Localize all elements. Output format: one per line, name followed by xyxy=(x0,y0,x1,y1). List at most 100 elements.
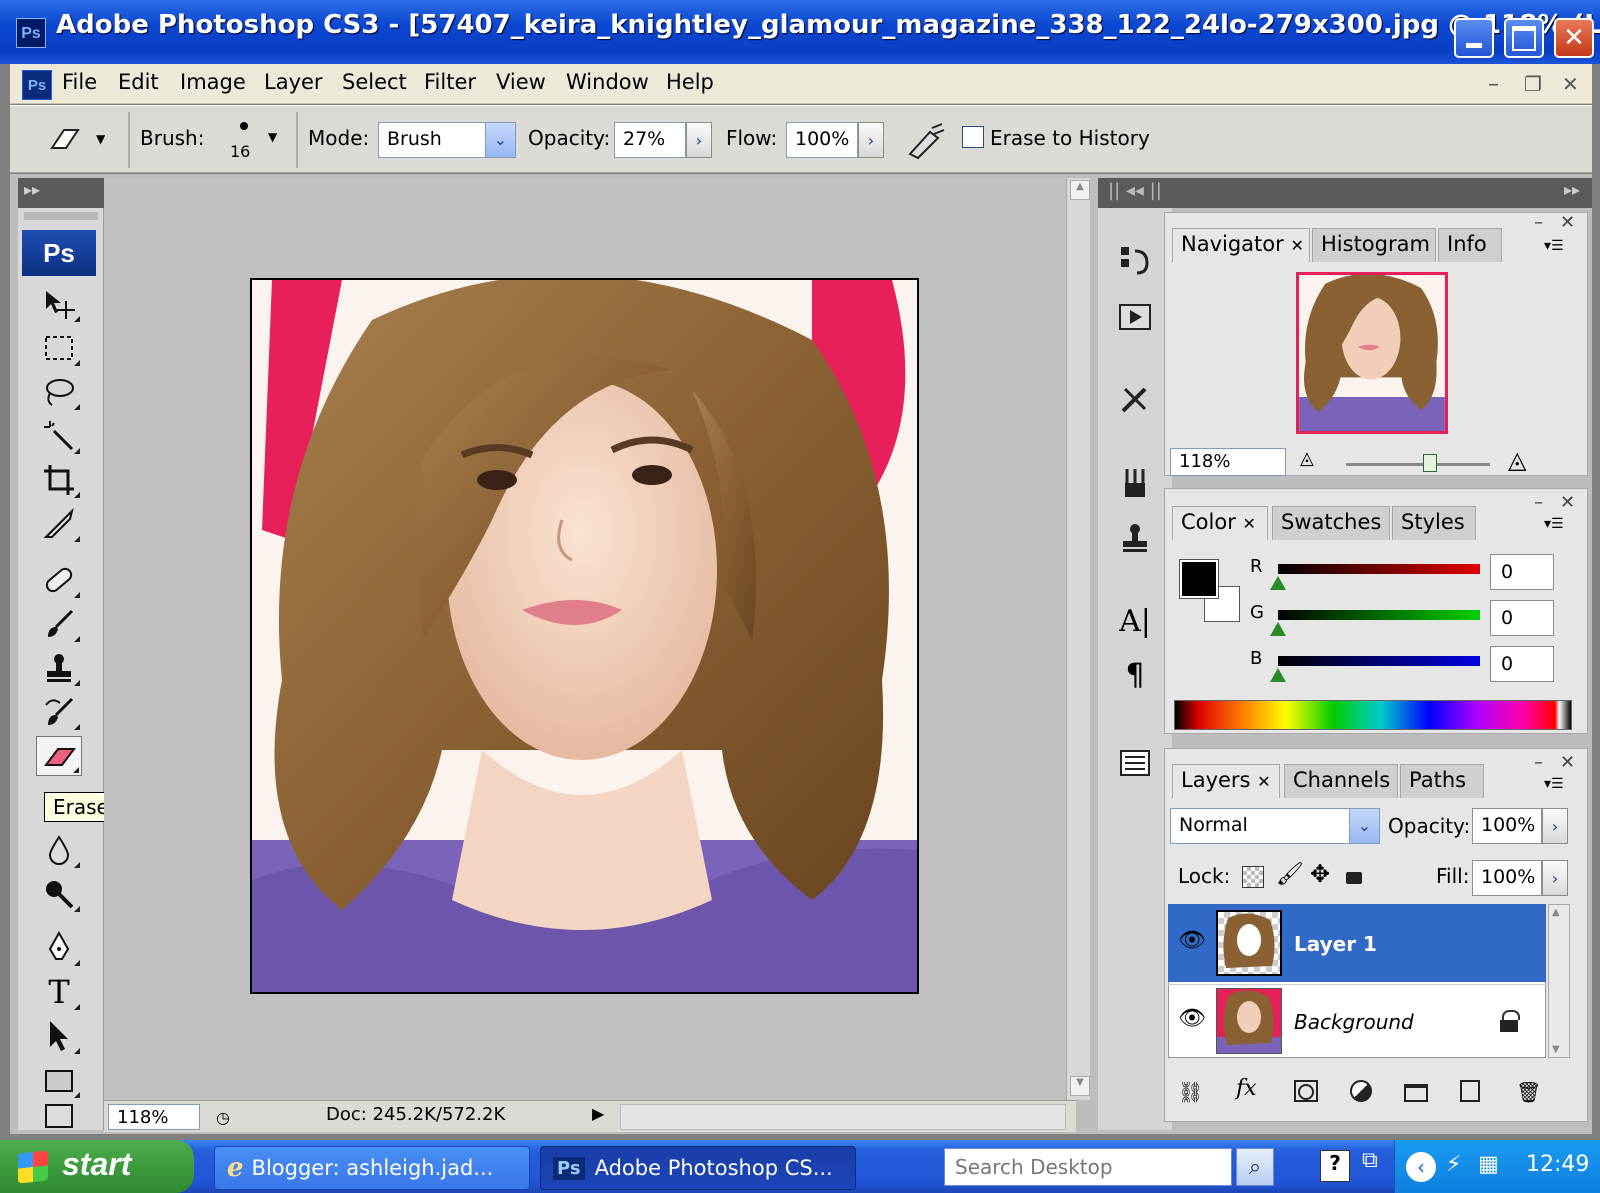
magic-wand-tool[interactable] xyxy=(36,416,82,456)
tab-channels[interactable]: Channels xyxy=(1284,764,1398,798)
panel-minimize-button[interactable]: – xyxy=(1534,752,1543,773)
search-desktop-input[interactable]: Search Desktop xyxy=(944,1148,1232,1186)
paragraph-panel-button[interactable]: ¶ xyxy=(1112,652,1158,698)
green-slider-thumb[interactable] xyxy=(1270,622,1286,636)
red-value-input[interactable]: 0 xyxy=(1490,554,1554,590)
navigator-zoom-input[interactable]: 118% xyxy=(1170,448,1286,476)
network-tray-icon[interactable]: ⚡ xyxy=(1446,1152,1461,1177)
menu-select[interactable]: Select xyxy=(342,70,407,94)
blend-mode-select[interactable]: Normal ⌄ xyxy=(1170,808,1380,844)
layer-comps-button[interactable] xyxy=(1112,740,1158,786)
tab-layers[interactable]: Layers ✕ xyxy=(1172,764,1280,798)
doc-minimize-button[interactable]: – xyxy=(1488,72,1499,97)
menu-image[interactable]: Image xyxy=(180,70,246,94)
panel-dock-header[interactable]: || ◂◂ || ▸▸ xyxy=(1098,178,1592,208)
panel-close-button[interactable]: ✕ xyxy=(1560,752,1575,773)
adjustment-layer-button[interactable] xyxy=(1350,1080,1372,1102)
blur-tool[interactable] xyxy=(36,830,82,870)
actions-panel-button[interactable] xyxy=(1112,294,1158,340)
tab-info[interactable]: Info xyxy=(1438,228,1502,262)
toolbox-grip[interactable] xyxy=(24,212,98,220)
navigator-zoom-slider[interactable] xyxy=(1346,463,1490,466)
opacity-input[interactable]: 27% xyxy=(614,122,686,158)
layers-scrollbar[interactable]: ▲ ▼ xyxy=(1548,904,1570,1058)
dodge-tool[interactable] xyxy=(36,874,82,914)
fill-input[interactable]: 100% xyxy=(1472,860,1542,896)
tool-presets-button[interactable] xyxy=(1112,376,1158,422)
marquee-tool[interactable] xyxy=(36,328,82,368)
display-tray-button[interactable]: ⧉ xyxy=(1362,1148,1378,1173)
red-slider-thumb[interactable] xyxy=(1270,576,1286,590)
history-panel-button[interactable] xyxy=(1112,238,1158,284)
clone-source-button[interactable] xyxy=(1112,516,1158,562)
lock-transparency-button[interactable] xyxy=(1242,866,1264,888)
close-button[interactable]: ✕ xyxy=(1554,18,1594,58)
doc-restore-button[interactable]: ❐ xyxy=(1524,72,1542,96)
tab-histogram[interactable]: Histogram xyxy=(1312,228,1436,262)
lock-pixels-button[interactable]: 🖌︎ xyxy=(1276,862,1304,887)
tab-paths[interactable]: Paths xyxy=(1400,764,1484,798)
blue-slider-thumb[interactable] xyxy=(1270,668,1286,682)
help-tray-button[interactable]: ? xyxy=(1320,1150,1350,1182)
document-image[interactable] xyxy=(250,278,919,994)
foreground-color-swatch[interactable] xyxy=(1179,559,1219,599)
menu-filter[interactable]: Filter xyxy=(424,70,476,94)
menu-edit[interactable]: Edit xyxy=(118,70,159,94)
erase-to-history-checkbox[interactable] xyxy=(962,126,984,148)
status-arrow-icon[interactable]: ▶ xyxy=(592,1104,604,1123)
start-button[interactable]: start xyxy=(0,1140,194,1193)
brushes-panel-button[interactable] xyxy=(1112,460,1158,506)
status-menu-button[interactable]: ◷ xyxy=(208,1104,238,1130)
maximize-button[interactable] xyxy=(1504,18,1544,58)
blue-value-input[interactable]: 0 xyxy=(1490,646,1554,682)
eye-icon[interactable]: 👁︎ xyxy=(1178,1006,1206,1031)
mode-select[interactable]: Brush ⌄ xyxy=(378,122,516,158)
zoom-in-button[interactable]: ◬ xyxy=(1508,446,1526,474)
eye-icon[interactable]: 👁︎ xyxy=(1178,928,1206,953)
menu-view[interactable]: View xyxy=(496,70,546,94)
flow-input[interactable]: 100% xyxy=(786,122,858,158)
airbrush-button[interactable] xyxy=(904,120,948,160)
move-tool[interactable] xyxy=(36,284,82,324)
type-tool[interactable]: T xyxy=(36,972,82,1012)
new-layer-button[interactable] xyxy=(1460,1080,1480,1102)
vertical-scrollbar[interactable]: ▲ ▼ xyxy=(1066,178,1090,1100)
ps-logo-button[interactable]: Ps xyxy=(22,230,96,276)
link-layers-button[interactable]: ⛓︎ xyxy=(1178,1080,1203,1104)
horizontal-scrollbar[interactable] xyxy=(620,1104,1066,1130)
document-icon[interactable]: Ps xyxy=(22,70,52,100)
taskbar-item-blogger[interactable]: e Blogger: ashleigh.jad... xyxy=(214,1146,530,1190)
shape-tool[interactable] xyxy=(36,1060,82,1100)
fill-slider-button[interactable]: › xyxy=(1542,860,1568,896)
flow-slider-button[interactable]: › xyxy=(858,122,884,158)
speaker-tray-icon[interactable]: ▦ xyxy=(1478,1152,1499,1177)
layer-opacity-input[interactable]: 100% xyxy=(1472,808,1542,844)
layer-style-button[interactable]: fx xyxy=(1236,1076,1257,1101)
panel-minimize-button[interactable]: – xyxy=(1534,212,1543,233)
tab-styles[interactable]: Styles xyxy=(1392,506,1476,540)
tab-navigator[interactable]: Navigator ✕ xyxy=(1172,228,1310,262)
brush-dropdown-icon[interactable]: ▼ xyxy=(268,130,277,144)
tool-preset-picker[interactable]: ▼ xyxy=(44,120,120,158)
panel-close-button[interactable]: ✕ xyxy=(1560,492,1575,513)
zoom-slider-thumb[interactable] xyxy=(1422,454,1437,472)
panel-close-button[interactable]: ✕ xyxy=(1560,212,1575,233)
pen-tool[interactable] xyxy=(36,928,82,968)
brush-picker[interactable]: 16 xyxy=(226,114,268,166)
blue-slider[interactable] xyxy=(1278,656,1480,666)
green-slider[interactable] xyxy=(1278,610,1480,620)
taskbar-item-photoshop[interactable]: Ps Adobe Photoshop CS... xyxy=(540,1146,856,1190)
crop-tool[interactable] xyxy=(36,460,82,500)
zoom-out-button[interactable]: ◬ xyxy=(1300,448,1314,469)
panel-minimize-button[interactable]: – xyxy=(1534,492,1543,513)
navigator-thumbnail[interactable] xyxy=(1296,272,1448,434)
red-slider[interactable] xyxy=(1278,564,1480,574)
tab-color[interactable]: Color ✕ xyxy=(1172,506,1268,540)
menu-window[interactable]: Window xyxy=(566,70,649,94)
color-ramp[interactable] xyxy=(1174,700,1572,730)
toolbox-header[interactable]: ▸▸ xyxy=(18,178,104,208)
show-hidden-icons-button[interactable]: ‹ xyxy=(1406,1152,1436,1182)
lock-position-button[interactable]: ✥ xyxy=(1310,860,1330,888)
clone-stamp-tool[interactable] xyxy=(36,648,82,688)
menu-layer[interactable]: Layer xyxy=(264,70,323,94)
